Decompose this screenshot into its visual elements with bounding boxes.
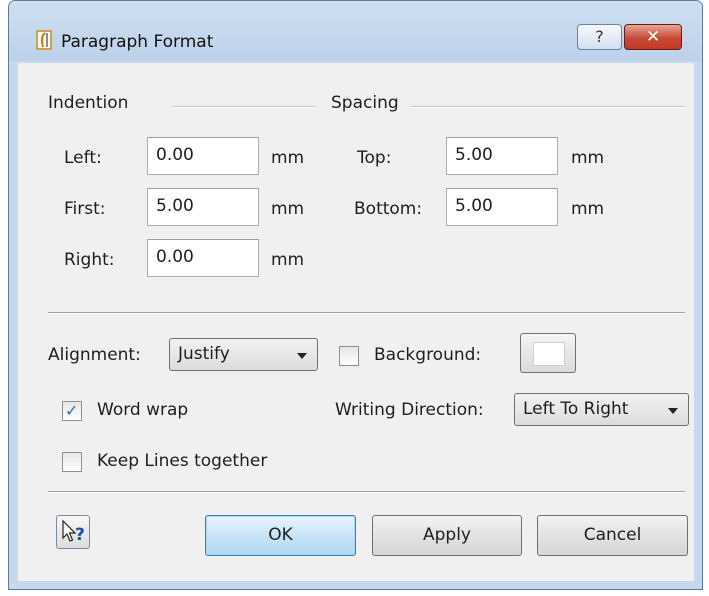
left-indent-input[interactable]: 0.00 bbox=[147, 137, 259, 175]
bottom-label: Bottom: bbox=[354, 199, 423, 219]
keep-lines-label: Keep Lines together bbox=[97, 451, 268, 471]
background-color-button[interactable] bbox=[520, 333, 576, 373]
apply-button[interactable]: Apply bbox=[372, 515, 522, 556]
help-button[interactable]: ? bbox=[577, 24, 622, 50]
word-wrap-label: Word wrap bbox=[97, 400, 189, 420]
whats-this-button[interactable]: ? bbox=[56, 515, 90, 549]
writing-direction-select[interactable]: Left To Right bbox=[514, 393, 689, 426]
separator-top bbox=[48, 312, 685, 314]
cancel-button[interactable]: Cancel bbox=[537, 515, 688, 556]
dialog-body: Indention Left: 0.00 mm First: 5.00 mm R… bbox=[18, 63, 694, 581]
chevron-down-icon bbox=[668, 408, 678, 414]
svg-text:?: ? bbox=[75, 525, 85, 545]
word-wrap-checkbox[interactable]: ✓ bbox=[62, 401, 82, 421]
left-label: Left: bbox=[64, 148, 102, 168]
left-unit: mm bbox=[271, 148, 305, 168]
indention-group-line bbox=[172, 106, 316, 108]
close-button[interactable]: ✕ bbox=[624, 24, 682, 50]
background-label: Background: bbox=[374, 345, 482, 365]
indention-group-label: Indention bbox=[48, 93, 129, 113]
alignment-label: Alignment: bbox=[48, 345, 141, 365]
writing-direction-label: Writing Direction: bbox=[335, 400, 484, 420]
window-title: Paragraph Format bbox=[61, 32, 214, 52]
background-color-swatch bbox=[533, 342, 565, 366]
background-checkbox[interactable] bbox=[339, 346, 359, 366]
whats-this-help-icon: ? bbox=[62, 519, 85, 545]
top-label: Top: bbox=[357, 148, 392, 168]
keep-lines-checkbox[interactable] bbox=[62, 452, 82, 472]
top-unit: mm bbox=[571, 148, 605, 168]
right-unit: mm bbox=[271, 250, 305, 270]
separator-bottom bbox=[48, 491, 685, 493]
bottom-spacing-input[interactable]: 5.00 bbox=[446, 188, 558, 226]
paragraph-format-dialog: Paragraph Format ? ✕ Indention Left: 0.0… bbox=[8, 0, 703, 590]
right-indent-input[interactable]: 0.00 bbox=[147, 239, 259, 277]
right-label: Right: bbox=[64, 250, 115, 270]
checkmark-icon: ✓ bbox=[65, 401, 79, 420]
paragraph-format-icon bbox=[36, 30, 52, 50]
question-icon: ? bbox=[595, 27, 604, 46]
first-label: First: bbox=[64, 199, 106, 219]
first-unit: mm bbox=[271, 199, 305, 219]
spacing-group-label: Spacing bbox=[331, 93, 399, 113]
alignment-select[interactable]: Justify bbox=[169, 338, 318, 371]
title-bar[interactable]: Paragraph Format ? ✕ bbox=[9, 1, 702, 61]
spacing-group-line bbox=[410, 106, 685, 108]
bottom-unit: mm bbox=[571, 199, 605, 219]
top-spacing-input[interactable]: 5.00 bbox=[446, 137, 558, 175]
ok-button[interactable]: OK bbox=[205, 515, 356, 556]
close-icon: ✕ bbox=[645, 27, 661, 47]
first-indent-input[interactable]: 5.00 bbox=[147, 188, 259, 226]
chevron-down-icon bbox=[297, 353, 307, 359]
